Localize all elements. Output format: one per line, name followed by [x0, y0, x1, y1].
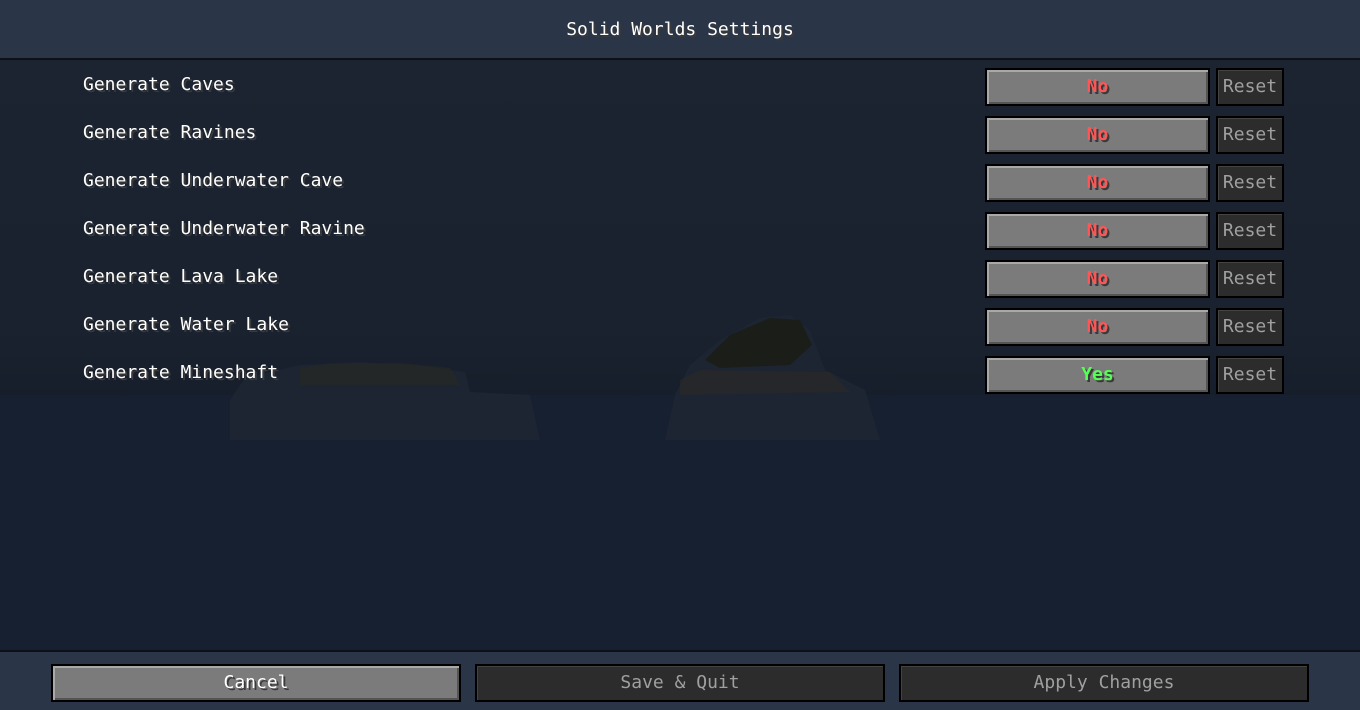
- setting-toggle-button[interactable]: No: [985, 164, 1210, 202]
- reset-button[interactable]: Reset: [1216, 356, 1284, 394]
- cancel-button[interactable]: Cancel: [51, 664, 461, 702]
- save-quit-button[interactable]: Save & Quit: [475, 664, 885, 702]
- reset-button[interactable]: Reset: [1216, 116, 1284, 154]
- reset-button[interactable]: Reset: [1216, 260, 1284, 298]
- setting-row-water-lake: Generate Water Lake No Reset: [0, 302, 1360, 350]
- footer-bar: Cancel Save & Quit Apply Changes: [0, 650, 1360, 710]
- reset-button[interactable]: Reset: [1216, 212, 1284, 250]
- setting-toggle-button[interactable]: No: [985, 68, 1210, 106]
- reset-button[interactable]: Reset: [1216, 164, 1284, 202]
- setting-row-caves: Generate Caves No Reset: [0, 62, 1360, 110]
- reset-button[interactable]: Reset: [1216, 308, 1284, 346]
- setting-label: Generate Caves: [83, 74, 235, 95]
- setting-row-underwater-ravine: Generate Underwater Ravine No Reset: [0, 206, 1360, 254]
- setting-label: Generate Lava Lake: [83, 266, 279, 287]
- setting-toggle-button[interactable]: No: [985, 116, 1210, 154]
- setting-toggle-button[interactable]: No: [985, 308, 1210, 346]
- setting-label: Generate Water Lake: [83, 314, 289, 335]
- apply-changes-button[interactable]: Apply Changes: [899, 664, 1309, 702]
- page-title: Solid Worlds Settings: [566, 19, 794, 40]
- settings-list[interactable]: Generate Caves No Reset Generate Ravines…: [0, 62, 1360, 650]
- setting-label: Generate Mineshaft: [83, 362, 279, 383]
- setting-toggle-button[interactable]: No: [985, 212, 1210, 250]
- setting-label: Generate Ravines: [83, 122, 257, 143]
- setting-toggle-button[interactable]: Yes: [985, 356, 1210, 394]
- title-bar: Solid Worlds Settings: [0, 0, 1360, 60]
- setting-row-lava-lake: Generate Lava Lake No Reset: [0, 254, 1360, 302]
- setting-row-mineshaft: Generate Mineshaft Yes Reset: [0, 350, 1360, 398]
- setting-label: Generate Underwater Ravine: [83, 218, 365, 239]
- setting-row-ravines: Generate Ravines No Reset: [0, 110, 1360, 158]
- setting-row-underwater-cave: Generate Underwater Cave No Reset: [0, 158, 1360, 206]
- reset-button[interactable]: Reset: [1216, 68, 1284, 106]
- setting-toggle-button[interactable]: No: [985, 260, 1210, 298]
- setting-label: Generate Underwater Cave: [83, 170, 344, 191]
